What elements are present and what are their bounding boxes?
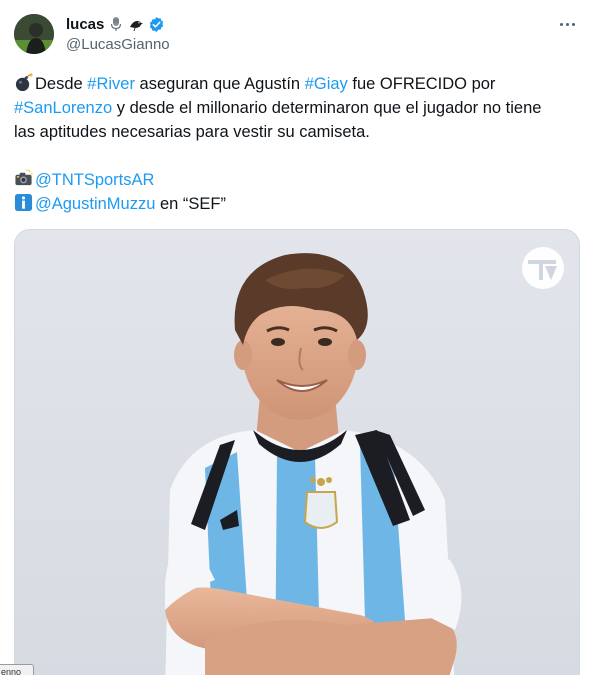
author-handle[interactable]: @LucasGianno [66,36,170,53]
tweet-credit-photo: @TNTSportsAR [14,168,582,192]
bomb-icon [14,73,33,92]
tweet-text: Desde #River aseguran que Agustín #Giay … [14,72,582,216]
dot-icon [559,22,563,26]
author-display-name[interactable]: lucas [66,16,104,33]
tweet-text-segment: y desde el millonario determinaron que e… [112,99,542,117]
hashtag-river[interactable]: #River [87,75,135,93]
more-options-button[interactable] [556,14,578,34]
tweet-text-segment: fue OFRECIDO por [347,75,496,93]
camera-flash-icon [14,169,33,188]
bird-icon [128,16,144,32]
tweet-credit-info: @AgustinMuzzu en “SEF” [14,192,582,216]
mention-tntsportsar[interactable]: @TNTSportsAR [35,171,154,189]
tnt-sports-logo-icon [522,247,564,289]
tweet-paragraph: Desde #River aseguran que Agustín #Giay … [14,72,582,144]
tweet-text-segment: Desde [35,75,88,93]
avatar[interactable] [14,14,54,54]
mention-agustinmuzzu[interactable]: @AgustinMuzzu [35,195,155,213]
bottom-tab: enno [0,664,34,675]
hashtag-sanlorenzo[interactable]: #SanLorenzo [14,99,112,117]
tweet-text-segment: las aptitudes necesarias para vestir su … [14,123,370,141]
dot-icon [571,22,575,26]
verified-badge-icon [148,16,165,33]
dot-icon [565,22,569,26]
hashtag-giay[interactable]: #Giay [305,75,348,93]
tweet-photo[interactable] [14,229,580,675]
microphone-icon [108,16,124,32]
info-icon [14,193,33,212]
author-name-row: lucas [66,14,165,34]
tweet-text-segment: aseguran que Agustín [134,75,305,93]
tweet-text-segment: en “SEF” [155,195,226,213]
tweet-card: lucas @LucasGianno Desde #River aseguran… [0,0,596,675]
